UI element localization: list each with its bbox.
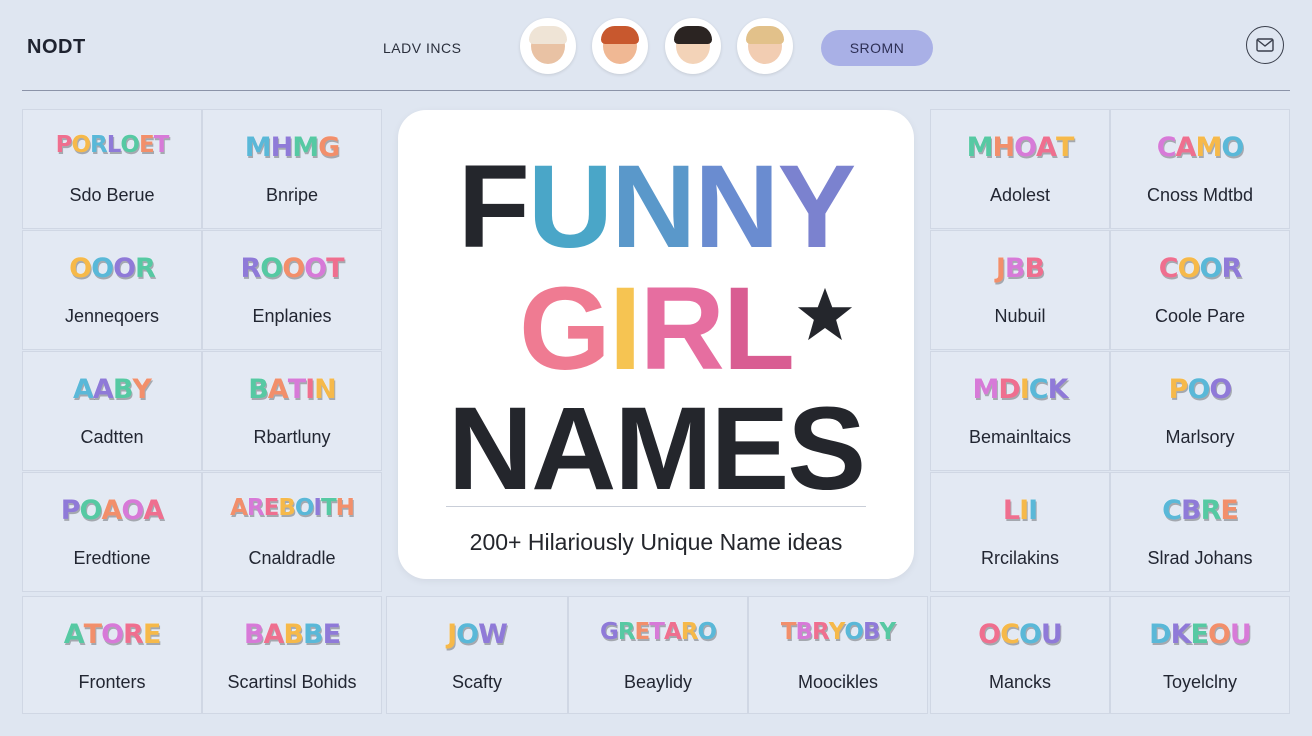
name-card-logo: JBB	[995, 253, 1045, 284]
avatar-hair	[674, 26, 712, 44]
name-card-label: Moocikles	[797, 672, 879, 692]
avatar-1[interactable]	[520, 18, 576, 74]
hero-letter: U	[527, 141, 613, 273]
avatar-hair	[529, 26, 567, 44]
name-card-label: Eredtione	[73, 548, 151, 568]
name-card[interactable]: DKEOU Toyelclny	[1110, 596, 1290, 714]
name-card-logo: CBRE	[1162, 495, 1239, 526]
name-card[interactable]: ATORE Fronters	[22, 596, 202, 714]
hero-title-line-3: NAMES	[447, 383, 866, 515]
name-card[interactable]: JOW Scafty	[386, 596, 568, 714]
name-card[interactable]: JBB Nubuil	[930, 230, 1110, 350]
hero-letter: F	[457, 141, 530, 273]
name-card-label: Cnoss Mdtbd	[1146, 185, 1254, 205]
name-card-logo: POAOA	[60, 495, 165, 526]
name-card-logo: ROOOT	[240, 253, 344, 284]
name-card[interactable]: COOR Coole Pare	[1110, 230, 1290, 350]
name-card-logo: TBRYOBY	[780, 619, 896, 645]
name-card-label: Mancks	[988, 672, 1051, 692]
name-card-label: Rbartluny	[253, 427, 331, 447]
hero-letter: I	[608, 263, 642, 395]
name-card-label: Marlsory	[1165, 427, 1235, 447]
name-card[interactable]: MHOAT Adolest	[930, 109, 1110, 229]
name-card-label: Nubuil	[994, 306, 1046, 326]
name-card-label: Scartinsl Bohids	[227, 672, 357, 692]
name-card-logo: MDICK	[972, 374, 1068, 405]
star-icon	[797, 287, 853, 341]
hero-letter: Y	[777, 141, 857, 273]
name-card[interactable]: PORLOET Sdo Berue	[22, 109, 202, 229]
name-card[interactable]: CBRE Slrad Johans	[1110, 472, 1290, 592]
name-card[interactable]: LII Rrcilakins	[930, 472, 1110, 592]
name-card-logo: CAMO	[1156, 132, 1245, 163]
hero-divider	[446, 506, 866, 507]
name-card-label: Sdo Berue	[69, 185, 155, 205]
name-card[interactable]: OCOU Mancks	[930, 596, 1110, 714]
name-card-logo: MHMG	[244, 132, 341, 163]
brand-logo[interactable]: NODT	[27, 36, 86, 59]
name-card-label: Coole Pare	[1154, 306, 1246, 326]
name-card-label: Cnaldradle	[248, 548, 336, 568]
mail-button[interactable]	[1246, 26, 1284, 64]
name-card[interactable]: AREBOITH Cnaldradle	[202, 472, 382, 592]
name-card-label: Scafty	[451, 672, 503, 692]
name-card-logo: BATIN	[248, 374, 337, 405]
name-card[interactable]: POAOA Eredtione	[22, 472, 202, 592]
name-card-label: Bnripe	[265, 185, 319, 205]
hero-letter: N	[611, 141, 696, 273]
hero-letter: N	[694, 141, 779, 273]
name-card-label: Toyelclny	[1162, 672, 1238, 692]
name-card-logo: BABBE	[243, 619, 341, 650]
name-card[interactable]: POO Marlsory	[1110, 351, 1290, 471]
mail-icon	[1256, 38, 1274, 52]
name-card[interactable]: AABY Cadtten	[22, 351, 202, 471]
name-card[interactable]: CAMO Cnoss Mdtbd	[1110, 109, 1290, 229]
name-card-logo: LII	[1002, 495, 1038, 526]
header-divider	[22, 90, 1290, 91]
name-card-logo: OCOU	[978, 619, 1063, 650]
avatar-4[interactable]	[737, 18, 793, 74]
name-card-logo: JOW	[447, 619, 508, 650]
name-card-logo: AABY	[73, 374, 152, 405]
hero-letter: L	[722, 263, 795, 395]
name-card-logo: ATORE	[63, 619, 162, 650]
name-card-label: Rrcilakins	[980, 548, 1059, 568]
avatar-hair	[601, 26, 639, 44]
name-card-logo: POO	[1168, 374, 1233, 405]
name-card-logo: MHOAT	[966, 132, 1075, 163]
name-card[interactable]: OOOR Jenneqoers	[22, 230, 202, 350]
name-card-logo: AREBOITH	[230, 495, 355, 521]
name-card-logo: GRETARO	[599, 619, 717, 645]
hero-title-line-1: FUNNY	[398, 148, 914, 266]
avatar-3[interactable]	[665, 18, 721, 74]
hero-letter: R	[639, 263, 725, 395]
name-card[interactable]: MHMG Bnripe	[202, 109, 382, 229]
top-bar: NODT LADV INCS SROMN	[0, 0, 1312, 92]
name-card-label: Jenneqoers	[64, 306, 160, 326]
name-card-logo: OOOR	[69, 253, 156, 284]
hero-letter: G	[519, 263, 611, 395]
pill-button[interactable]: SROMN	[821, 30, 933, 66]
name-card-label: Slrad Johans	[1147, 548, 1253, 568]
name-card[interactable]: ROOOT Enplanies	[202, 230, 382, 350]
name-card-label: Fronters	[78, 672, 146, 692]
name-card-label: Adolest	[989, 185, 1051, 205]
hero-card: FUNNY GIRL NAMES 200+ Hilariously Unique…	[398, 110, 914, 579]
name-card-logo: DKEOU	[1149, 619, 1252, 650]
hero-tagline: 200+ Hilariously Unique Name ideas	[469, 529, 843, 555]
name-card-label: Enplanies	[252, 306, 332, 326]
avatar-hair	[746, 26, 784, 44]
name-card[interactable]: TBRYOBY Moocikles	[748, 596, 928, 714]
name-card[interactable]: BABBE Scartinsl Bohids	[202, 596, 382, 714]
nav-link[interactable]: LADV INCS	[383, 40, 461, 56]
name-card-label: Beaylidy	[623, 672, 693, 692]
avatar-2[interactable]	[592, 18, 648, 74]
name-card[interactable]: GRETARO Beaylidy	[568, 596, 748, 714]
name-card-logo: COOR	[1158, 253, 1243, 284]
name-card[interactable]: BATIN Rbartluny	[202, 351, 382, 471]
name-card-label: Cadtten	[80, 427, 144, 447]
name-card-label: Bemainltaics	[968, 427, 1072, 447]
name-card[interactable]: MDICK Bemainltaics	[930, 351, 1110, 471]
name-card-logo: PORLOET	[55, 132, 170, 158]
